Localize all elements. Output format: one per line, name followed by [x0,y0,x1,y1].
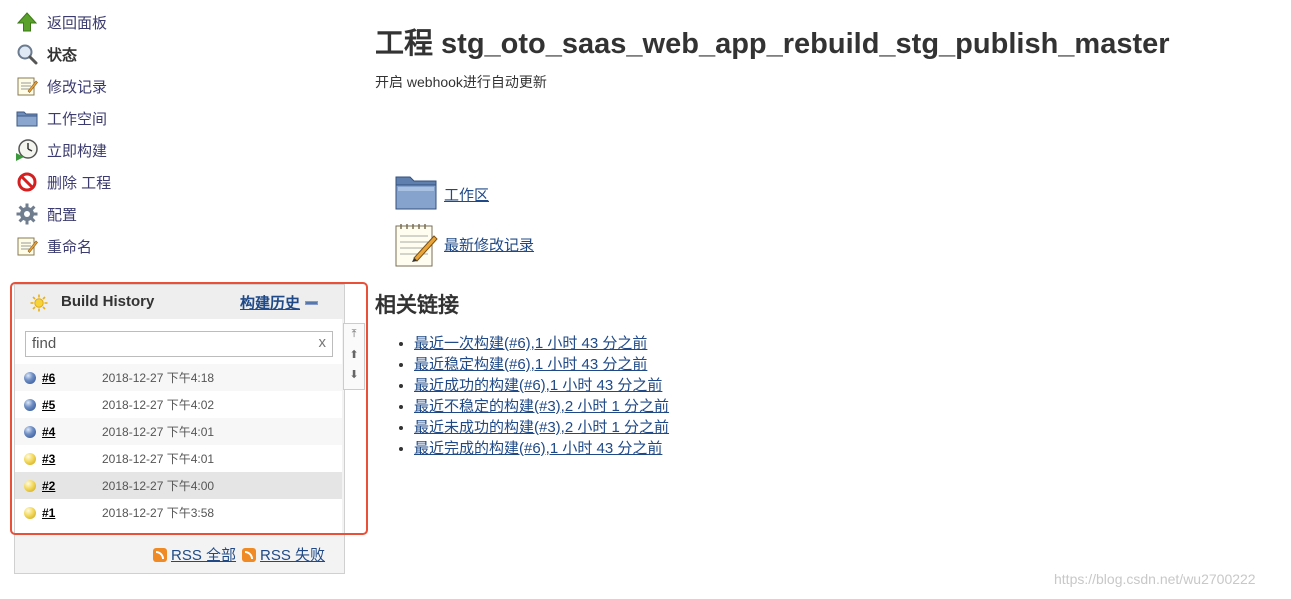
up-arrow-icon [15,10,39,34]
recent-changes-link-row: 最新修改记录 [394,222,534,267]
status-ball-yellow-icon [24,506,36,519]
collapse-minus-icon[interactable] [305,301,318,305]
page-down-icon[interactable]: ⬇ [347,367,361,383]
task-label: 修改记录 [47,78,108,96]
task-label: 返回面板 [47,14,108,32]
build-row[interactable]: #1 2018-12-27 下午3:58 [15,499,342,526]
task-label: 状态 [47,46,78,64]
build-date[interactable]: 2018-12-27 下午4:18 [102,369,214,386]
build-number-link[interactable]: #3 [42,452,102,466]
task-configure[interactable]: 配置 [15,198,355,230]
folder-icon [15,106,39,130]
watermark: https://blog.csdn.net/wu2700222 [1054,571,1256,587]
build-history-body: x #6 2018-12-27 下午4:18 #5 2018-12-27 下午4… [15,319,342,535]
task-label: 重命名 [47,238,93,256]
project-description: 开启 webhook进行自动更新 [375,74,547,90]
build-history-title: Build History [61,293,155,310]
task-label: 工作空间 [47,110,108,128]
task-label: 配置 [47,206,78,224]
build-row[interactable]: #3 2018-12-27 下午4:01 [15,445,342,472]
build-search-box: x [25,331,333,357]
side-panel-tasks: 返回面板 状态 修改记录 工作空间 立即构建 删除 工程 配置 重命名 [15,6,355,262]
build-number-link[interactable]: #6 [42,371,102,385]
list-item: 最近稳定构建(#6),1 小时 43 分之前 [414,354,669,375]
notepad-icon [15,234,39,258]
list-item: 最近未成功的构建(#3),2 小时 1 分之前 [414,417,669,438]
weather-sun-icon [30,294,48,312]
page-up-icon[interactable]: ⬆ [347,347,361,363]
build-row[interactable]: #6 2018-12-27 下午4:18 [15,364,342,391]
list-item: 最近完成的构建(#6),1 小时 43 分之前 [414,438,669,459]
list-item: 最近不稳定的构建(#3),2 小时 1 分之前 [414,396,669,417]
related-links-title: 相关链接 [375,294,459,317]
page-top-icon[interactable]: ⤒ [347,326,361,342]
workspace-link[interactable]: 工作区 [444,184,489,205]
build-history-pager: ⤒ ⬆ ⬇ [343,323,365,390]
task-label: 删除 工程 [47,174,112,192]
build-trend-link[interactable]: 构建历史 [240,292,300,313]
permalink[interactable]: 最近不稳定的构建(#3),2 小时 1 分之前 [414,398,669,415]
permalinks-list: 最近一次构建(#6),1 小时 43 分之前 最近稳定构建(#6),1 小时 4… [396,333,669,459]
task-delete-project[interactable]: 删除 工程 [15,166,355,198]
task-workspace[interactable]: 工作空间 [15,102,355,134]
gear-icon [15,202,39,226]
build-number-link[interactable]: #2 [42,479,102,493]
build-date[interactable]: 2018-12-27 下午4:00 [102,477,214,494]
list-item: 最近成功的构建(#6),1 小时 43 分之前 [414,375,669,396]
permalink[interactable]: 最近稳定构建(#6),1 小时 43 分之前 [414,356,647,373]
workspace-link-row: 工作区 [394,172,489,216]
rss-icon [242,547,257,562]
notepad-icon[interactable] [394,222,438,267]
build-number-link[interactable]: #4 [42,425,102,439]
build-number-link[interactable]: #1 [42,506,102,520]
rss-icon [153,547,167,562]
status-ball-yellow-icon [24,479,36,492]
task-rename[interactable]: 重命名 [15,230,355,262]
build-history-header: Build History 构建历史 [15,285,344,319]
build-row[interactable]: #5 2018-12-27 下午4:02 [15,391,342,418]
build-number-link[interactable]: #5 [42,398,102,412]
rss-all-link[interactable]: RSS 全部 [171,544,236,565]
permalink[interactable]: 最近一次构建(#6),1 小时 43 分之前 [414,335,647,352]
build-date[interactable]: 2018-12-27 下午4:02 [102,396,214,413]
build-search-input[interactable] [32,332,302,354]
recent-changes-link[interactable]: 最新修改记录 [444,234,534,255]
list-item: 最近一次构建(#6),1 小时 43 分之前 [414,333,669,354]
build-row[interactable]: #2 2018-12-27 下午4:00 [15,472,342,499]
permalink[interactable]: 最近完成的构建(#6),1 小时 43 分之前 [414,440,662,457]
magnifier-icon [15,42,39,66]
status-ball-blue-icon [24,425,36,438]
clock-icon [15,138,39,162]
build-date[interactable]: 2018-12-27 下午3:58 [102,504,214,521]
task-back-to-dashboard[interactable]: 返回面板 [15,6,355,38]
notepad-icon [15,74,39,98]
task-changes[interactable]: 修改记录 [15,70,355,102]
rss-bar: RSS 全部 RSS 失败 [153,544,331,565]
build-history-widget: Build History 构建历史 x #6 2018-12-27 下午4:1… [14,284,345,574]
build-date[interactable]: 2018-12-27 下午4:01 [102,423,214,440]
build-row[interactable]: #4 2018-12-27 下午4:01 [15,418,342,445]
status-ball-blue-icon [24,398,36,411]
status-ball-blue-icon [24,371,36,384]
task-label: 立即构建 [47,142,108,160]
permalink[interactable]: 最近未成功的构建(#3),2 小时 1 分之前 [414,419,669,436]
task-build-now[interactable]: 立即构建 [15,134,355,166]
rss-failed-link[interactable]: RSS 失败 [260,544,325,565]
folder-icon[interactable] [394,172,438,216]
build-date[interactable]: 2018-12-27 下午4:01 [102,450,214,467]
permalink[interactable]: 最近成功的构建(#6),1 小时 43 分之前 [414,377,662,394]
status-ball-yellow-icon [24,452,36,465]
task-status[interactable]: 状态 [15,38,355,70]
clear-search-button[interactable]: x [319,334,327,351]
no-entry-icon [15,170,39,194]
page-title: 工程 stg_oto_saas_web_app_rebuild_stg_publ… [375,28,1170,60]
